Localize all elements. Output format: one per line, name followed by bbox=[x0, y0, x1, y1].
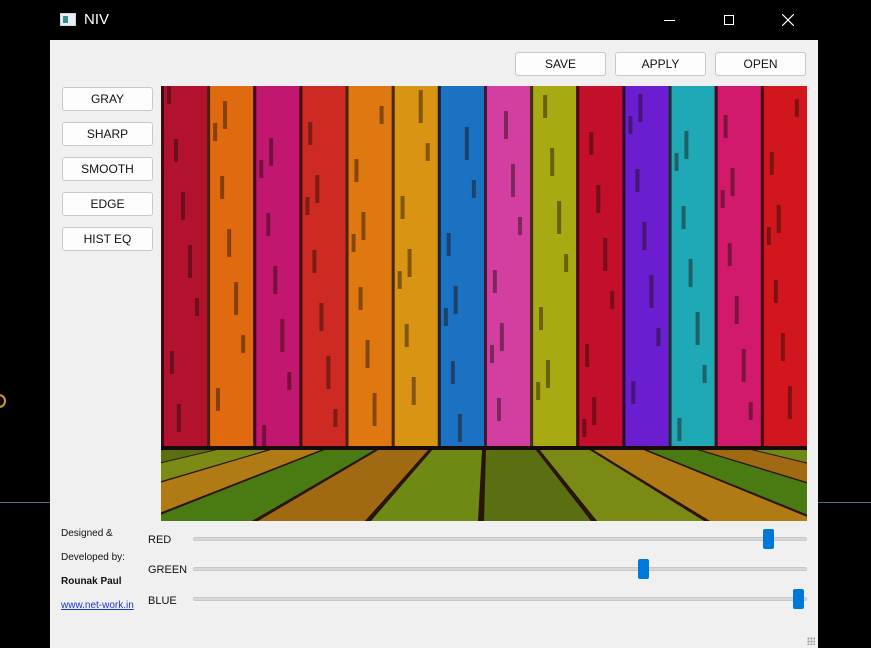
green-slider-thumb[interactable] bbox=[638, 559, 649, 579]
open-button[interactable]: OPEN bbox=[715, 52, 806, 76]
website-link[interactable]: www.net-work.in bbox=[61, 600, 134, 611]
edge-filter-button[interactable]: EDGE bbox=[62, 192, 153, 216]
blue-label: BLUE bbox=[148, 595, 177, 607]
credit-website-container: www.net-work.in bbox=[61, 600, 134, 611]
credit-developed: Developed by: bbox=[61, 552, 125, 563]
close-button[interactable] bbox=[765, 0, 811, 40]
maximize-icon bbox=[724, 15, 734, 25]
app-icon bbox=[60, 13, 76, 26]
resize-grip-icon[interactable] bbox=[807, 637, 815, 645]
sharp-filter-button[interactable]: SHARP bbox=[62, 122, 153, 146]
blue-slider-thumb[interactable] bbox=[793, 589, 804, 609]
red-slider-thumb[interactable] bbox=[763, 529, 774, 549]
red-slider[interactable] bbox=[193, 529, 807, 549]
blue-slider[interactable] bbox=[193, 589, 807, 609]
window-title: NIV bbox=[84, 11, 110, 28]
red-label: RED bbox=[148, 534, 172, 546]
save-button[interactable]: SAVE bbox=[515, 52, 606, 76]
credit-designed: Designed & bbox=[61, 528, 113, 539]
green-label: GREEN bbox=[148, 564, 188, 576]
desktop-fragment-icon bbox=[0, 394, 6, 408]
green-slider[interactable] bbox=[193, 559, 807, 579]
apply-button[interactable]: APPLY bbox=[615, 52, 706, 76]
main-panel: SAVE APPLY OPEN GRAY SHARP SMOOTH EDGE H… bbox=[50, 40, 818, 648]
hist-eq-filter-button[interactable]: HIST EQ bbox=[62, 227, 153, 251]
close-icon bbox=[782, 14, 794, 26]
colorful-wooden-planks-image bbox=[161, 86, 807, 521]
image-preview bbox=[161, 86, 807, 521]
title-bar[interactable]: NIV bbox=[50, 0, 871, 40]
maximize-button[interactable] bbox=[706, 0, 752, 40]
minimize-button[interactable] bbox=[646, 0, 692, 40]
smooth-filter-button[interactable]: SMOOTH bbox=[62, 157, 153, 181]
gray-filter-button[interactable]: GRAY bbox=[62, 87, 153, 111]
minimize-icon bbox=[663, 19, 675, 21]
credit-author: Rounak Paul bbox=[61, 576, 122, 587]
